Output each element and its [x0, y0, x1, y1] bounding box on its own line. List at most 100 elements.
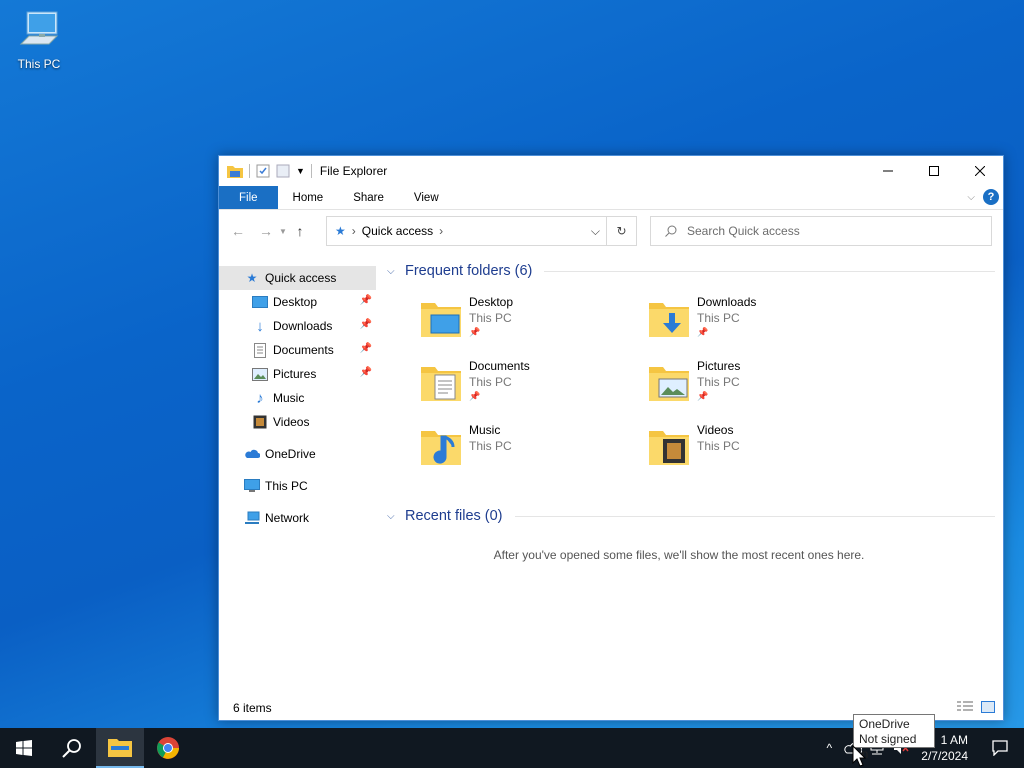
maximize-button[interactable]: [911, 156, 957, 186]
downloads-folder-icon: [649, 303, 689, 337]
sidebar-item-videos[interactable]: Videos: [219, 410, 376, 434]
pin-icon[interactable]: 📌: [360, 343, 372, 354]
show-hidden-icons-button[interactable]: ^: [817, 728, 841, 768]
taskbar-chrome[interactable]: [144, 728, 192, 768]
customize-toolbar-chevron-icon[interactable]: ▼: [296, 166, 305, 176]
sidebar-item-label: Pictures: [273, 367, 317, 381]
folder-name: Videos: [697, 423, 734, 437]
address-bar[interactable]: ★ › Quick access › ⌵: [326, 216, 607, 246]
forward-button[interactable]: →: [255, 220, 277, 242]
new-folder-icon[interactable]: [276, 164, 290, 178]
up-button[interactable]: ↑: [289, 220, 311, 242]
quick-access-star-icon: ★: [335, 224, 346, 238]
folder-location: This PC: [697, 311, 740, 325]
folder-name: Music: [469, 423, 501, 437]
search-input[interactable]: Search Quick access: [687, 224, 800, 238]
folder-name: Desktop: [469, 295, 514, 309]
sidebar-item-this-pc[interactable]: This PC: [219, 474, 376, 498]
section-title: Frequent folders (6): [405, 263, 533, 279]
section-title: Recent files (0): [405, 508, 503, 524]
content-pane: ⌵ Frequent folders (6) Desktop This PC 📌 D…: [385, 261, 1003, 696]
navigation-pane: ★ Quick access Desktop 📌 ↓ Downloads 📌 D…: [219, 266, 376, 696]
back-button[interactable]: ←: [227, 220, 249, 242]
sidebar-item-network[interactable]: Network: [219, 506, 376, 530]
sidebar-item-desktop[interactable]: Desktop 📌: [219, 290, 376, 314]
folder-tile-videos[interactable]: Videos This PC: [647, 423, 867, 483]
breadcrumb-chevron-icon: ›: [439, 224, 444, 238]
tab-view[interactable]: View: [399, 186, 454, 209]
search-box[interactable]: Search Quick access: [650, 216, 992, 246]
taskbar-file-explorer[interactable]: [96, 728, 144, 768]
folder-tile-desktop[interactable]: Desktop This PC 📌: [419, 295, 639, 355]
search-button[interactable]: [48, 728, 96, 768]
divider: [544, 270, 995, 272]
folder-tile-downloads[interactable]: Downloads This PC 📌: [647, 295, 867, 355]
downloads-icon: ↓: [256, 317, 264, 335]
tab-share[interactable]: Share: [338, 186, 399, 209]
folder-location: This PC: [469, 439, 512, 453]
ribbon-tabs: File Home Share View ⌵ ?: [219, 186, 1003, 210]
maximize-icon: [929, 166, 939, 176]
refresh-icon: ↻: [616, 224, 627, 238]
help-icon[interactable]: ?: [983, 189, 999, 205]
sidebar-item-label: Documents: [273, 343, 334, 357]
quick-access-star-icon: ★: [246, 271, 258, 285]
network-icon: [243, 510, 261, 526]
pin-icon[interactable]: 📌: [360, 367, 372, 378]
pictures-folder-icon: [649, 367, 689, 401]
minimize-button[interactable]: [865, 156, 911, 186]
minimize-icon: [883, 170, 893, 172]
chevron-down-icon[interactable]: ⌵: [387, 511, 399, 522]
back-arrow-icon: ←: [231, 223, 245, 239]
pin-icon[interactable]: 📌: [360, 319, 372, 330]
this-pc-icon: [243, 478, 261, 494]
sidebar-item-pictures[interactable]: Pictures 📌: [219, 362, 376, 386]
sidebar-item-onedrive[interactable]: OneDrive: [219, 442, 376, 466]
folder-name: Pictures: [697, 359, 741, 373]
folder-tile-documents[interactable]: Documents This PC 📌: [419, 359, 639, 419]
sidebar-item-downloads[interactable]: ↓ Downloads 📌: [219, 314, 376, 338]
close-button[interactable]: [957, 156, 1003, 186]
chevron-down-icon[interactable]: ⌵: [387, 266, 399, 277]
pin-icon: 📌: [697, 327, 709, 337]
navigation-bar: ← → ▼ ↑ ★ › Quick access › ⌵ ↻ Search Qu…: [219, 210, 1003, 252]
expand-ribbon-chevron-icon[interactable]: ⌵: [967, 192, 975, 203]
desktop-icon-this-pc[interactable]: This PC: [8, 8, 70, 71]
folder-name: Downloads: [697, 295, 757, 309]
frequent-folders-header[interactable]: ⌵ Frequent folders (6): [385, 261, 1003, 281]
address-dropdown-icon[interactable]: ⌵: [591, 224, 600, 239]
folder-tile-pictures[interactable]: Pictures This PC 📌: [647, 359, 867, 419]
tab-file[interactable]: File: [219, 186, 278, 209]
sidebar-item-quick-access[interactable]: ★ Quick access: [219, 266, 376, 290]
window-title: File Explorer: [319, 164, 388, 178]
recent-locations-button[interactable]: ▼: [277, 220, 289, 242]
folder-tile-music[interactable]: Music This PC: [419, 423, 639, 483]
sidebar-item-label: Music: [273, 391, 305, 405]
sidebar-item-music[interactable]: ♪ Music: [219, 386, 376, 410]
onedrive-cloud-icon: [243, 446, 261, 462]
folder-icon: [227, 166, 243, 178]
notification-icon: [992, 740, 1008, 756]
pin-icon[interactable]: 📌: [360, 295, 372, 306]
desktop-icon: [251, 294, 269, 310]
item-count: 6 items: [233, 701, 272, 715]
desktop-folder-icon: [421, 303, 461, 337]
sidebar-item-documents[interactable]: Documents 📌: [219, 338, 376, 362]
pin-icon: 📌: [469, 327, 481, 337]
sidebar-item-label: Videos: [273, 415, 310, 429]
large-icons-view-icon[interactable]: [981, 701, 995, 713]
separator: [249, 164, 250, 178]
tab-home[interactable]: Home: [278, 186, 339, 209]
properties-icon[interactable]: [256, 164, 270, 178]
title-bar[interactable]: ▼ File Explorer: [219, 156, 1003, 186]
details-view-icon[interactable]: [957, 701, 973, 713]
breadcrumb[interactable]: Quick access: [362, 224, 433, 238]
recent-files-header[interactable]: ⌵ Recent files (0): [385, 506, 1003, 526]
sidebar-item-label: OneDrive: [265, 447, 316, 461]
refresh-button[interactable]: ↻: [607, 216, 637, 246]
divider: [514, 515, 995, 517]
action-center-button[interactable]: [976, 728, 1024, 768]
tooltip-line: OneDrive: [859, 717, 910, 731]
pin-icon: 📌: [697, 391, 709, 401]
start-button[interactable]: [0, 728, 48, 768]
